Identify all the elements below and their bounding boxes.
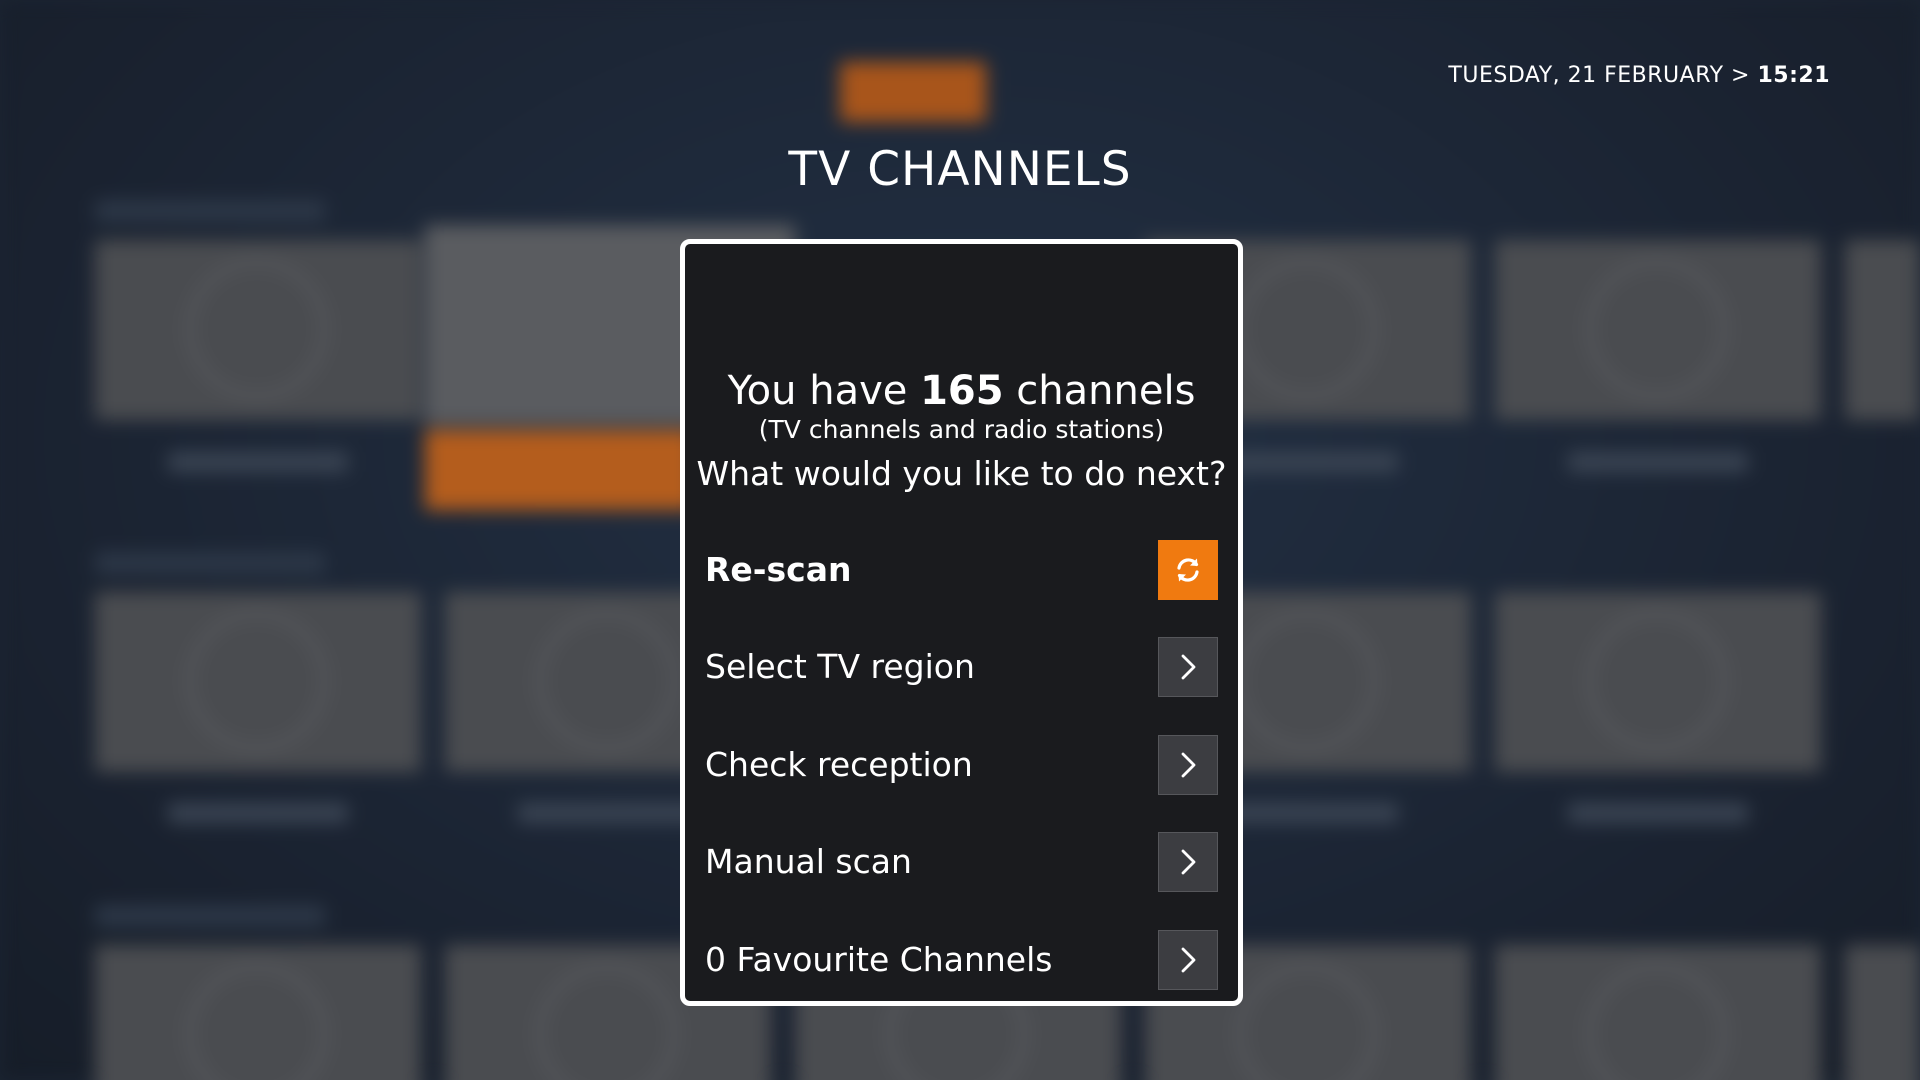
background-nav-item <box>840 62 986 122</box>
refresh-icon <box>1177 558 1199 582</box>
next-step-question: What would you like to do next? <box>696 454 1227 493</box>
background-tile-label <box>1495 452 1821 474</box>
option-manual-scan[interactable]: Manual scan <box>705 832 1218 892</box>
background-tile <box>95 240 421 420</box>
option-label: Re-scan <box>705 550 852 589</box>
background-tile-label <box>95 452 421 474</box>
favourite-channels-button[interactable] <box>1158 930 1218 990</box>
time-text: 15:21 <box>1757 63 1830 88</box>
background-tile <box>1845 240 1920 420</box>
chevron-right-icon <box>1181 947 1196 973</box>
background-tile <box>95 945 421 1080</box>
page-title: TV CHANNELS <box>788 142 1132 197</box>
background-tile <box>1495 945 1821 1080</box>
background-tile-label <box>95 803 421 825</box>
option-favourite-channels[interactable]: 0 Favourite Channels <box>705 930 1218 990</box>
background-row-label <box>95 552 325 574</box>
background-nav <box>840 62 1391 122</box>
chevron-right-icon <box>1181 752 1196 778</box>
option-check-reception[interactable]: Check reception <box>705 735 1218 795</box>
background-tile <box>1845 945 1920 1080</box>
background-tile <box>1495 592 1821 772</box>
channel-count: 165 <box>920 368 1004 414</box>
option-label: 0 Favourite Channels <box>705 940 1053 979</box>
channels-dialog: You have 165 channels (TV channels and r… <box>680 239 1243 1006</box>
channel-count-prefix: You have <box>727 368 921 414</box>
background-tile <box>1495 240 1821 420</box>
background-nav-item <box>1056 62 1178 122</box>
option-rescan[interactable]: Re-scan <box>705 540 1218 600</box>
chevron-right-icon <box>1181 849 1196 875</box>
channel-summary: You have 165 channels (TV channels and r… <box>685 367 1238 495</box>
date-time: TUESDAY, 21 FEBRUARY > 15:21 <box>1448 63 1830 88</box>
channel-count-suffix: channels <box>1003 368 1196 414</box>
background-tile <box>95 592 421 772</box>
option-label: Select TV region <box>705 647 975 686</box>
background-row-label <box>95 200 325 222</box>
option-select-tv-region[interactable]: Select TV region <box>705 637 1218 697</box>
background-tile-label <box>1495 803 1821 825</box>
channel-count-line: You have 165 channels <box>685 367 1238 415</box>
background-nav-item <box>1248 62 1321 122</box>
manual-scan-button[interactable] <box>1158 832 1218 892</box>
channel-count-subtitle: (TV channels and radio stations) <box>758 415 1165 444</box>
background-row-label <box>95 905 325 927</box>
check-reception-button[interactable] <box>1158 735 1218 795</box>
option-label: Check reception <box>705 745 973 784</box>
date-text: TUESDAY, 21 FEBRUARY <box>1448 63 1724 88</box>
option-label: Manual scan <box>705 842 912 881</box>
chevron-right-icon <box>1181 654 1196 680</box>
background-highlight-bar <box>425 430 695 510</box>
select-tv-region-button[interactable] <box>1158 637 1218 697</box>
screen: TUESDAY, 21 FEBRUARY > 15:21 TV CHANNELS… <box>0 0 1920 1080</box>
rescan-button[interactable] <box>1158 540 1218 600</box>
date-time-separator: > <box>1731 63 1750 88</box>
